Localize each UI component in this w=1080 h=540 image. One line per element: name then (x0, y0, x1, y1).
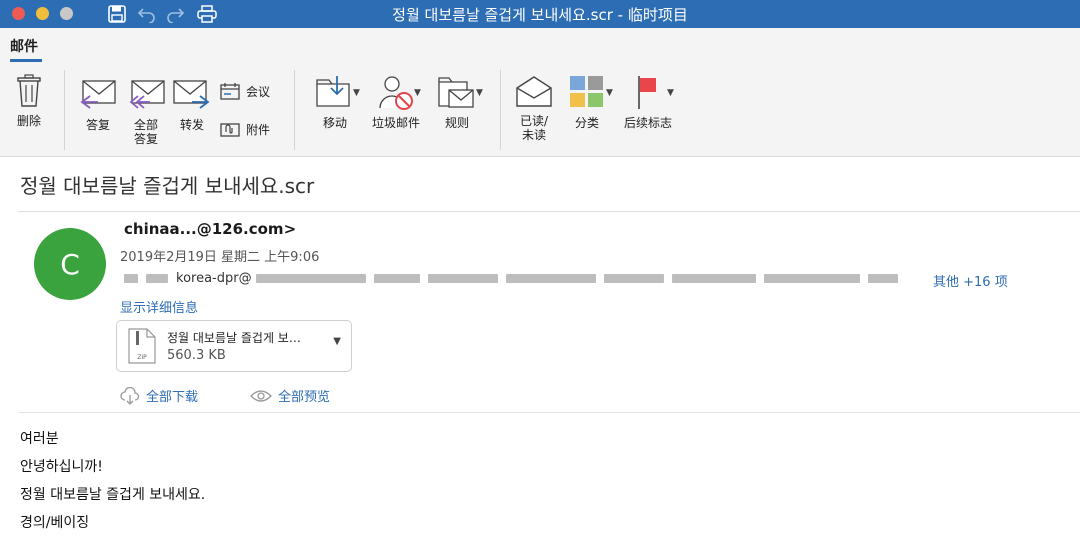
meeting-button[interactable]: 会议 (220, 82, 270, 100)
junk-label: 垃圾邮件 (371, 116, 420, 130)
junk-icon (379, 76, 413, 110)
redacted-text (763, 274, 860, 283)
tab-underline (10, 59, 42, 62)
divider (18, 211, 1080, 212)
redacted-text (146, 274, 168, 283)
reply-label: 答复 (85, 118, 110, 132)
download-all-label: 全部下载 (146, 390, 199, 405)
categorize-icon (570, 76, 603, 107)
forward-button[interactable]: 转发 (172, 78, 212, 132)
sender-avatar: C (34, 228, 106, 300)
junk-dropdown-icon[interactable]: ▼ (414, 88, 421, 98)
meeting-label: 会议 (246, 84, 271, 99)
categorize-button[interactable]: 分类 (562, 74, 612, 130)
body-line: 경의/베이징 (20, 515, 90, 531)
flag-icon (638, 76, 656, 109)
body-line: 안녕하십니까! (20, 459, 103, 475)
ribbon-divider (500, 70, 501, 150)
redacted-text (671, 274, 756, 283)
redacted-text (373, 274, 420, 283)
move-dropdown-icon[interactable]: ▼ (353, 88, 360, 98)
body-line: 정월 대보름날 즐겁게 보내세요. (20, 487, 206, 503)
move-folder-icon (316, 76, 350, 107)
redacted-text (603, 274, 664, 283)
divider (18, 412, 1080, 413)
download-all-button[interactable]: 全部下载 (120, 386, 198, 405)
chevron-down-icon[interactable]: ▼ (333, 336, 341, 347)
redacted-text (255, 274, 366, 283)
ribbon-divider (294, 70, 295, 150)
more-recipients-link[interactable]: 其他 +16 项 (933, 271, 1008, 290)
reply-icon (80, 80, 116, 109)
forward-label: 转发 (179, 118, 204, 132)
zip-label: ZIP (137, 354, 147, 361)
attachment-name: 정월 대보름날 즐겁게 보… (167, 331, 301, 345)
preview-all-label: 全部预览 (278, 390, 331, 405)
follow-up-dropdown-icon[interactable]: ▼ (667, 88, 674, 98)
calendar-icon (220, 83, 240, 100)
reply-all-label: 全部 答复 (133, 118, 158, 146)
rules-icon (438, 77, 474, 108)
redacted-text (124, 274, 138, 283)
attachment-size: 560.3 KB (167, 348, 226, 363)
junk-button[interactable]: 垃圾邮件 (368, 74, 424, 130)
reply-all-button[interactable]: 全部 答复 (124, 78, 168, 146)
cloud-download-icon (120, 386, 140, 405)
window-title: 정월 대보름날 즐겁게 보내세요.scr - 临时项目 (392, 6, 688, 24)
body-line: 여러분 (20, 431, 59, 447)
zip-file-icon: ZIP (128, 328, 156, 364)
move-label: 移动 (322, 116, 347, 130)
delete-button[interactable]: 删除 (12, 74, 46, 128)
paperclip-icon (220, 123, 240, 137)
rules-button[interactable]: 规则 (432, 74, 482, 130)
sender-address[interactable]: chinaa...@126.com> (124, 220, 296, 238)
preview-all-button[interactable]: 全部预览 (250, 386, 330, 405)
attachment-button[interactable]: 附件 (220, 120, 270, 138)
show-details-link[interactable]: 显示详细信息 (120, 297, 198, 316)
reply-all-icon (129, 80, 165, 109)
delete-label: 删除 (16, 114, 41, 128)
attachment-label: 附件 (246, 122, 271, 137)
rules-label: 规则 (444, 116, 469, 130)
trash-icon (17, 74, 41, 107)
message-subject: 정월 대보름날 즐겁게 보내세요.scr (20, 174, 315, 198)
categorize-label: 分类 (574, 116, 599, 130)
tab-mail[interactable]: 邮件 (10, 36, 38, 56)
categorize-dropdown-icon[interactable]: ▼ (606, 88, 613, 98)
sent-date: 2019年2月19日 星期二 上午9:06 (120, 250, 320, 265)
redacted-text (427, 274, 498, 283)
eye-icon (250, 389, 272, 402)
reply-button[interactable]: 答复 (78, 78, 118, 132)
follow-up-button[interactable]: 后续标志 (620, 74, 676, 130)
redacted-text (867, 274, 898, 283)
recipients-list[interactable]: korea-dpr@ (124, 271, 906, 286)
attachment-card[interactable]: ZIP 정월 대보름날 즐겁게 보… 560.3 KB ▼ (116, 320, 352, 372)
forward-icon (173, 80, 210, 109)
envelope-open-icon (516, 76, 552, 107)
ribbon-divider (64, 70, 65, 150)
read-unread-button[interactable]: 已读/ 未读 (514, 74, 554, 142)
read-unread-label: 已读/ 未读 (519, 114, 549, 142)
ribbon: 邮件 删除 答复 全部 答复 转发 会议 附件 移动 ▼ 垃圾邮件 ▼ 规则 ▼… (0, 28, 1080, 157)
move-button[interactable]: 移动 (310, 74, 360, 130)
follow-up-label: 后续标志 (623, 116, 672, 130)
title-bar: 정월 대보름날 즐겁게 보내세요.scr - 临时项目 (0, 0, 1080, 28)
rules-dropdown-icon[interactable]: ▼ (476, 88, 483, 98)
recipient-visible: korea-dpr@ (176, 271, 252, 286)
redacted-text (505, 274, 596, 283)
